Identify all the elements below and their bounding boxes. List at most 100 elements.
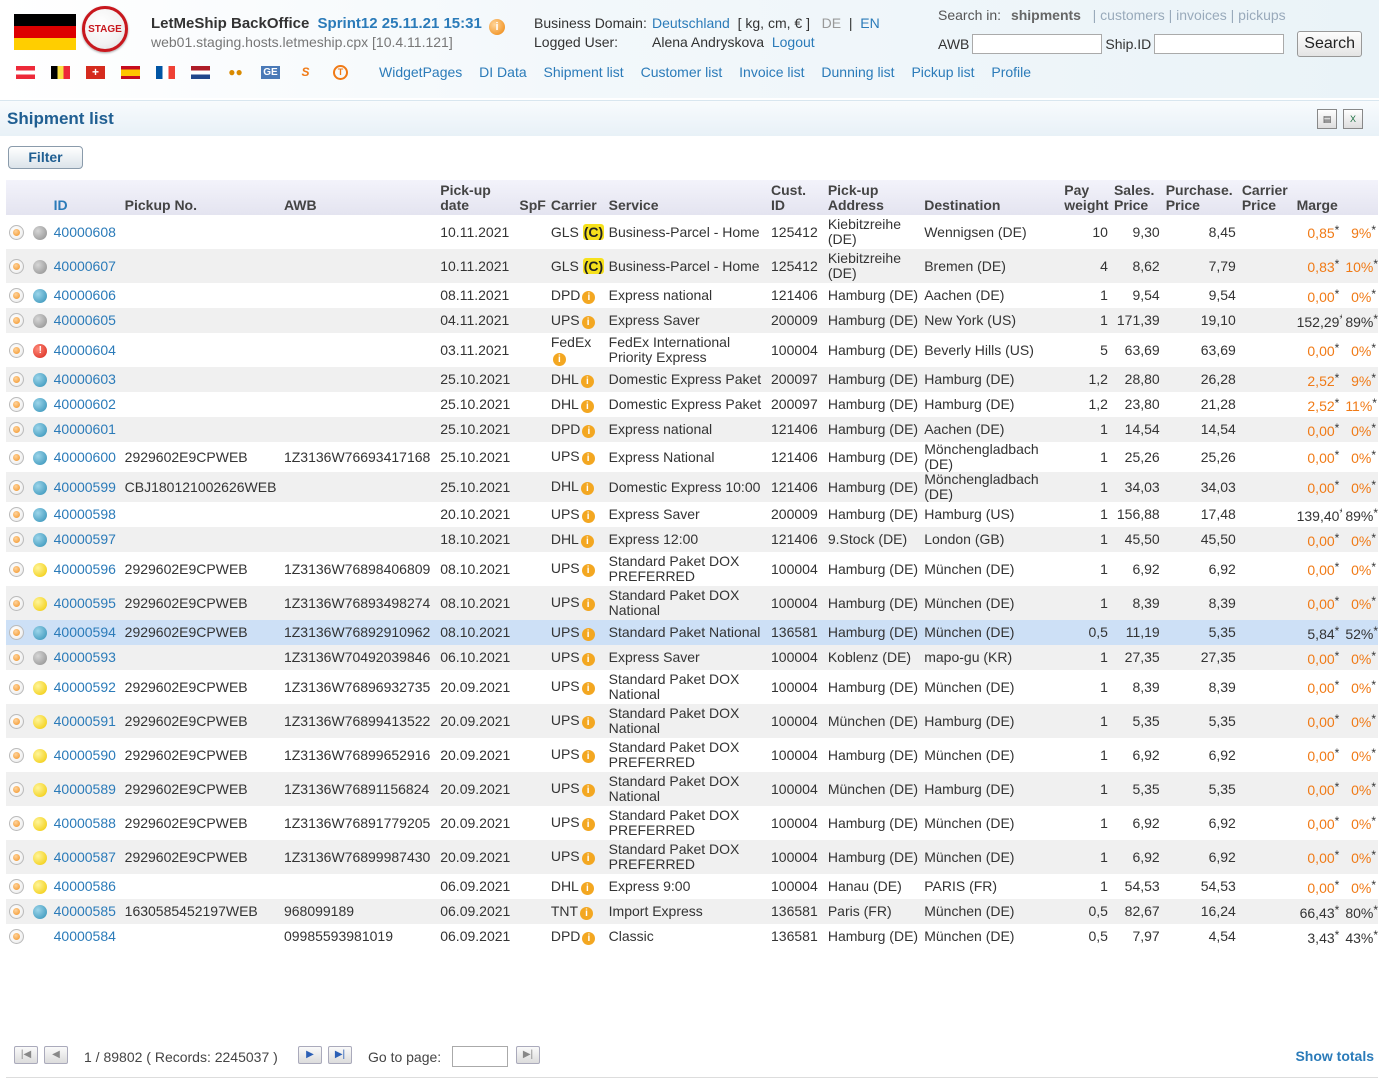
shipment-id-link[interactable]: 40000595 — [54, 595, 116, 611]
table-row[interactable]: 40000591 2929602E9CPWEB 1Z3136W76899413522… — [6, 704, 1378, 738]
shipment-id-link[interactable]: 40000592 — [54, 679, 116, 695]
col-service[interactable]: Service — [605, 180, 769, 215]
shipment-id-link[interactable]: 40000599 — [54, 479, 116, 495]
table-row[interactable]: 40000606 08.11.2021 DPD i Express national 12… — [6, 283, 1378, 308]
expand-icon[interactable] — [9, 449, 24, 465]
shipment-id-link[interactable]: 40000597 — [54, 531, 116, 547]
expand-icon[interactable] — [9, 713, 24, 729]
flag-fr-icon[interactable] — [156, 65, 175, 79]
shipid-input[interactable] — [1154, 34, 1285, 54]
table-row[interactable]: 40000601 25.10.2021 DPD i Express national 12… — [6, 417, 1378, 442]
ge-icon[interactable]: GE — [261, 65, 280, 79]
business-domain-link[interactable]: Deutschland — [652, 15, 730, 31]
shipment-id-link[interactable]: 40000590 — [54, 747, 116, 763]
expand-icon[interactable] — [9, 507, 24, 523]
nav-di-data[interactable]: DI Data — [479, 64, 526, 80]
table-row[interactable]: 40000587 2929602E9CPWEB 1Z3136W76899987430… — [6, 840, 1378, 874]
col-carrier-price[interactable]: Carrier Price — [1238, 180, 1294, 215]
shipment-id-link[interactable]: 40000585 — [54, 903, 116, 919]
shipment-id-link[interactable]: 40000586 — [54, 878, 116, 894]
table-row[interactable]: 40000592 2929602E9CPWEB 1Z3136W76896932735… — [6, 670, 1378, 704]
filter-button[interactable]: Filter — [8, 146, 83, 169]
carrier-info-icon[interactable]: i — [581, 452, 595, 465]
prev-page-icon[interactable]: ◀ — [44, 1046, 68, 1064]
carrier-info-icon[interactable]: i — [581, 682, 595, 695]
wallet-icon[interactable]: ●● — [226, 64, 245, 80]
last-page-icon[interactable]: ▶| — [328, 1046, 352, 1064]
carrier-info-icon[interactable]: i — [580, 374, 594, 388]
expand-icon[interactable] — [9, 849, 24, 865]
table-row[interactable]: 40000595 2929602E9CPWEB 1Z3136W76893498274… — [6, 586, 1378, 620]
shipment-id-link[interactable]: 40000596 — [54, 561, 116, 577]
first-page-icon[interactable]: |◀ — [14, 1046, 38, 1064]
nav-dunning-list[interactable]: Dunning list — [821, 64, 894, 80]
flag-de-icon[interactable] — [14, 14, 76, 50]
col-pickup-no[interactable]: Pickup No. — [121, 180, 281, 215]
col-marge[interactable]: Marge — [1293, 180, 1378, 215]
table-row[interactable]: 40000605 04.11.2021 UPS i Express Saver 20000… — [6, 308, 1378, 333]
shipment-id-link[interactable]: 40000584 — [54, 928, 116, 944]
expand-icon[interactable] — [9, 929, 24, 945]
expand-icon[interactable] — [9, 532, 24, 548]
carrier-info-icon[interactable]: i — [581, 564, 595, 577]
expand-icon[interactable] — [9, 422, 24, 438]
search-scope-customers[interactable]: customers — [1100, 7, 1165, 23]
table-row[interactable]: 40000600 2929602E9CPWEB 1Z3136W76693417168… — [6, 442, 1378, 472]
t-icon[interactable]: T — [331, 64, 350, 80]
carrier-info-icon[interactable]: i — [581, 784, 595, 797]
col-id[interactable]: ID — [50, 180, 122, 215]
table-row[interactable]: 40000598 20.10.2021 UPS i Express Saver 20000… — [6, 502, 1378, 527]
shipment-id-link[interactable]: 40000601 — [54, 421, 116, 437]
expand-icon[interactable] — [9, 561, 24, 577]
shipment-id-link[interactable]: 40000594 — [54, 624, 116, 640]
table-row[interactable]: 40000590 2929602E9CPWEB 1Z3136W76899652916… — [6, 738, 1378, 772]
expand-icon[interactable] — [9, 397, 24, 413]
nav-profile[interactable]: Profile — [991, 64, 1031, 80]
expand-icon[interactable] — [9, 479, 24, 495]
shipment-id-link[interactable]: 40000608 — [54, 224, 116, 240]
carrier-info-icon[interactable]: i — [582, 290, 596, 304]
print-icon[interactable]: ▤ — [1317, 109, 1337, 129]
carrier-info-icon[interactable]: i — [581, 315, 595, 329]
awb-input[interactable] — [972, 34, 1103, 54]
carrier-info-icon[interactable]: i — [552, 352, 566, 366]
search-scope-invoices[interactable]: invoices — [1176, 7, 1227, 23]
s-icon[interactable]: S — [296, 64, 315, 80]
carrier-info-icon[interactable]: i — [581, 818, 595, 831]
carrier-info-icon[interactable]: i — [581, 627, 595, 641]
nav-pickup-list[interactable]: Pickup list — [911, 64, 974, 80]
carrier-info-icon[interactable]: i — [580, 482, 594, 495]
col-destination[interactable]: Destination — [921, 180, 1062, 215]
show-totals-link[interactable]: Show totals — [1295, 1048, 1374, 1064]
carrier-info-icon[interactable]: i — [582, 931, 596, 945]
shipment-id-link[interactable]: 40000591 — [54, 713, 116, 729]
carrier-info-icon[interactable]: i — [581, 852, 595, 865]
table-row[interactable]: 40000593 1Z3136W70492039846 06.10.2021 UPS i… — [6, 645, 1378, 670]
carrier-info-icon[interactable]: i — [580, 534, 594, 548]
expand-icon[interactable] — [9, 679, 24, 695]
table-row[interactable]: 40000597 18.10.2021 DHL i Express 12:00 12140… — [6, 527, 1378, 552]
carrier-info-icon[interactable]: i — [581, 509, 595, 523]
expand-icon[interactable] — [9, 342, 24, 358]
table-row[interactable]: 40000588 2929602E9CPWEB 1Z3136W76891779205… — [6, 806, 1378, 840]
carrier-info-icon[interactable]: i — [580, 881, 594, 895]
col-cust-id[interactable]: Cust. ID — [768, 180, 825, 215]
expand-icon[interactable] — [9, 625, 24, 641]
table-row[interactable]: ! 40000604 03.11.2021 FedEx i FedEx Internati… — [6, 333, 1378, 367]
carrier-info-icon[interactable]: i — [582, 424, 596, 438]
shipment-id-link[interactable]: 40000604 — [54, 342, 116, 358]
table-row[interactable]: 40000607 10.11.2021 GLS (C) Business-Parcel… — [6, 249, 1378, 283]
carrier-info-icon[interactable]: i — [581, 652, 595, 666]
table-row[interactable]: 40000602 25.10.2021 DHL i Domestic Express P… — [6, 392, 1378, 417]
table-row[interactable]: 40000585 1630585452197WEB 968099189 06.09.2… — [6, 899, 1378, 924]
table-row[interactable]: 40000608 10.11.2021 GLS (C) Business-Parcel… — [6, 215, 1378, 249]
expand-icon[interactable] — [9, 224, 24, 240]
col-awb[interactable]: AWB — [280, 180, 438, 215]
nav-invoice-list[interactable]: Invoice list — [739, 64, 804, 80]
carrier-info-icon[interactable]: i — [580, 399, 594, 413]
nav-shipment-list[interactable]: Shipment list — [544, 64, 624, 80]
expand-icon[interactable] — [9, 258, 24, 274]
carrier-info-icon[interactable]: i — [581, 716, 595, 729]
carrier-info-icon[interactable]: i — [581, 750, 595, 763]
col-purchase-price[interactable]: Purchase. Price — [1162, 180, 1239, 215]
